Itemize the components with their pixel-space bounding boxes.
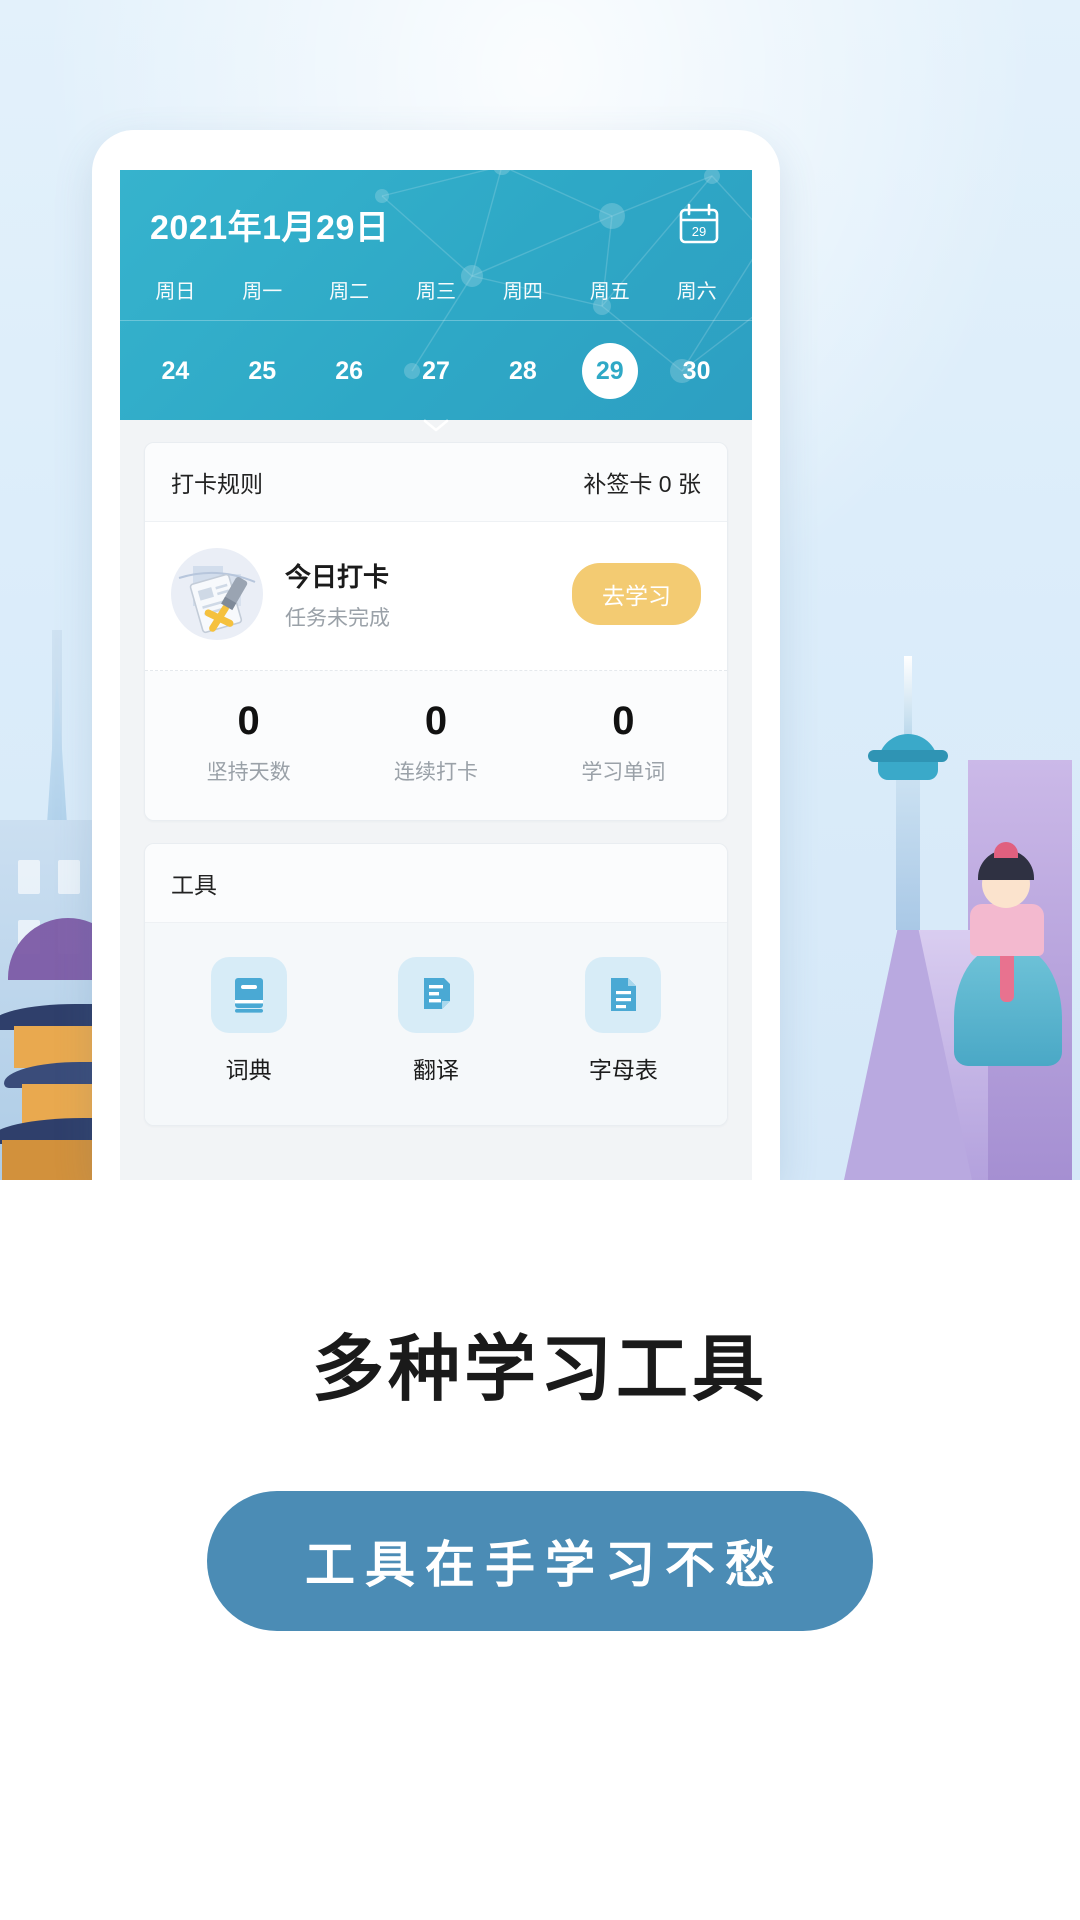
- date-number[interactable]: 26: [321, 343, 377, 399]
- tool-label: 词典: [225, 1057, 272, 1083]
- expand-calendar-row[interactable]: [120, 405, 752, 447]
- promo-section: 多种学习工具 工具在手学习不愁: [0, 1180, 1080, 1920]
- document-lines-icon[interactable]: [585, 957, 662, 1033]
- date-cell-selected[interactable]: 29: [566, 343, 653, 399]
- checkin-status: 任务未完成: [285, 606, 390, 630]
- tool-label: 翻译: [412, 1057, 459, 1083]
- book-icon[interactable]: [210, 957, 287, 1033]
- tool-item-dictionary[interactable]: 词典: [155, 957, 342, 1085]
- date-number[interactable]: 28: [495, 343, 551, 399]
- tools-card-header: 工具: [145, 844, 727, 923]
- stats-row: 0 坚持天数 0 连续打卡 0 学习单词: [145, 671, 727, 820]
- clipboard-task-illustration-icon: [171, 548, 263, 640]
- checkin-row: 今日打卡 任务未完成 去学习: [145, 522, 727, 671]
- makeup-cards-count[interactable]: 补签卡 0 张: [583, 465, 701, 499]
- date-number[interactable]: 30: [669, 343, 725, 399]
- weekday-label: 周六: [676, 281, 717, 303]
- calendar-title-row: 2021年1月29日 29: [120, 170, 752, 249]
- weekday-label: 周日: [155, 281, 196, 303]
- stat-item: 0 连续打卡: [342, 699, 529, 786]
- tools-card: 工具 词典 翻译 字母表: [144, 843, 728, 1126]
- date-row: 24 25 26 27 28 29 30: [120, 321, 752, 405]
- translate-document-icon[interactable]: [397, 957, 474, 1033]
- right-cityscape-illustration: [750, 380, 1080, 1180]
- go-study-button[interactable]: 去学习: [572, 563, 701, 625]
- date-number[interactable]: 24: [147, 343, 203, 399]
- tower-shaft: [896, 760, 920, 930]
- tower-observation-deck: [868, 734, 948, 780]
- stat-label: 连续打卡: [393, 761, 478, 784]
- weekday-label: 周五: [589, 281, 630, 303]
- checkin-rules-link[interactable]: 打卡规则: [171, 465, 263, 499]
- weekday-label: 周一: [242, 281, 283, 303]
- date-cell[interactable]: 28: [479, 343, 566, 399]
- stat-item: 0 坚持天数: [155, 699, 342, 786]
- stat-value: 0: [424, 699, 448, 743]
- chevron-down-icon[interactable]: [423, 419, 449, 433]
- current-date-title: 2021年1月29日: [150, 209, 390, 247]
- stat-value: 0: [612, 699, 635, 743]
- phone-mockup: 2021年1月29日 29 周日 周一 周二 周三 周四 周五 周六 24 25…: [92, 130, 780, 1180]
- tool-item-alphabet[interactable]: 字母表: [530, 957, 717, 1085]
- checkin-card-header: 打卡规则 补签卡 0 张: [145, 443, 727, 522]
- weekday-label: 周三: [416, 281, 456, 303]
- weekday-label: 周二: [329, 281, 370, 303]
- calendar-icon-day: 29: [692, 224, 706, 239]
- promo-headline: 多种学习工具: [311, 1330, 768, 1410]
- date-cell[interactable]: 27: [393, 343, 480, 399]
- illustrated-background: 2021年1月29日 29 周日 周一 周二 周三 周四 周五 周六 24 25…: [0, 0, 1080, 1180]
- date-cell[interactable]: 26: [306, 343, 393, 399]
- tower-spire: [904, 656, 912, 734]
- weekday-label: 周四: [502, 281, 543, 303]
- checkin-card: 打卡规则 补签卡 0 张 今日打卡 任务未完成 去学习 0 坚持天数 0 连续打…: [144, 442, 728, 821]
- weekday-row: 周日 周一 周二 周三 周四 周五 周六: [120, 249, 752, 321]
- stat-label: 坚持天数: [206, 761, 291, 784]
- date-number[interactable]: 25: [234, 343, 290, 399]
- checkin-text-block: 今日打卡 任务未完成: [285, 557, 572, 632]
- checkin-title: 今日打卡: [285, 561, 390, 592]
- promo-cta-button[interactable]: 工具在手学习不愁: [207, 1491, 873, 1631]
- tools-grid: 词典 翻译 字母表: [145, 923, 727, 1125]
- calendar-icon[interactable]: 29: [678, 203, 722, 247]
- tool-label: 字母表: [588, 1057, 658, 1083]
- date-cell[interactable]: 30: [653, 343, 740, 399]
- stat-label: 学习单词: [581, 761, 666, 784]
- date-cell[interactable]: 25: [219, 343, 306, 399]
- stat-item: 0 学习单词: [530, 699, 717, 786]
- tool-item-translate[interactable]: 翻译: [342, 957, 529, 1085]
- app-screen: 2021年1月29日 29 周日 周一 周二 周三 周四 周五 周六 24 25…: [120, 170, 752, 1180]
- date-cell[interactable]: 24: [132, 343, 219, 399]
- calendar-header: 2021年1月29日 29 周日 周一 周二 周三 周四 周五 周六 24 25…: [120, 170, 752, 432]
- hanbok-figure-illustration: [952, 842, 1064, 1072]
- date-number[interactable]: 27: [408, 343, 464, 399]
- stat-value: 0: [237, 699, 260, 743]
- date-number-selected[interactable]: 29: [581, 343, 638, 399]
